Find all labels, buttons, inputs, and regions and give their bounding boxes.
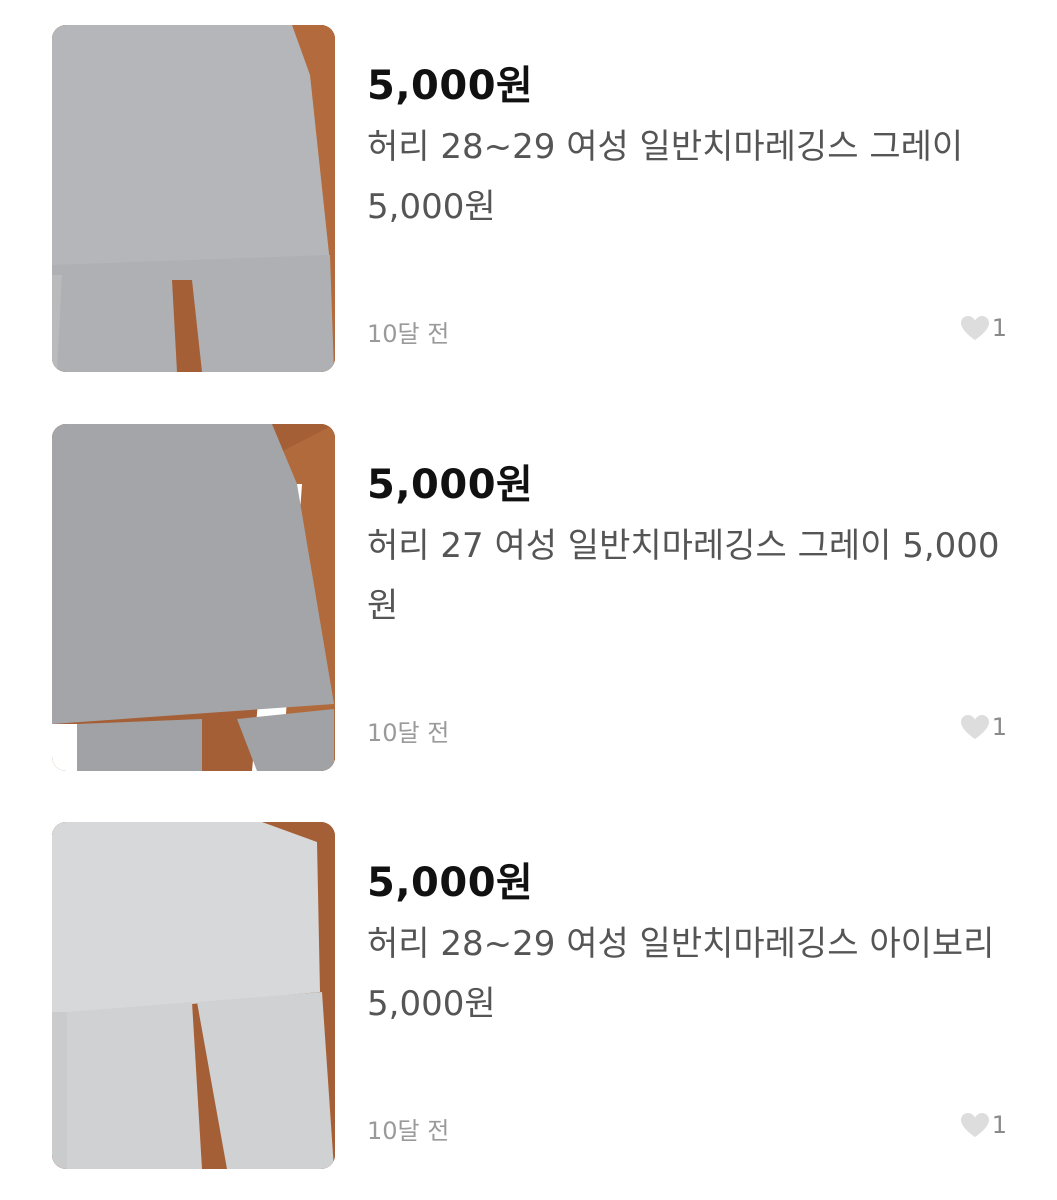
product-thumbnail[interactable] [52,822,335,1169]
heart-icon [960,1112,990,1138]
product-title: 허리 28~29 여성 일반치마레깅스 아이보리 5,000원 [367,924,995,1024]
post-time: 10달 전 [367,719,450,747]
post-time: 10달 전 [367,1117,450,1145]
like-count: 1 [991,314,1007,342]
product-title: 허리 27 여성 일반치마레깅스 그레이 5,000원 [367,526,1000,626]
product-list-item[interactable]: 5,000원 허리 28~29 여성 일반치마레깅스 그레이 5,000원 10… [52,25,1007,372]
product-price: 5,000원 [367,63,534,109]
product-image [52,424,335,771]
product-image [52,822,335,1169]
post-time: 10달 전 [367,320,450,348]
like-button[interactable]: 1 [960,1111,1007,1139]
heart-icon [960,714,990,740]
product-thumbnail[interactable] [52,424,335,771]
product-meta: 10달 전 1 [367,1109,1007,1145]
like-count: 1 [991,1111,1007,1139]
product-info: 5,000원 허리 28~29 여성 일반치마레깅스 아이보리 5,000원 1… [367,822,1007,1169]
product-price: 5,000원 [367,860,534,906]
product-thumbnail[interactable] [52,25,335,372]
product-meta: 10달 전 1 [367,312,1007,348]
like-button[interactable]: 1 [960,314,1007,342]
product-list-item[interactable]: 5,000원 허리 28~29 여성 일반치마레깅스 아이보리 5,000원 1… [52,822,1007,1169]
product-title: 허리 28~29 여성 일반치마레깅스 그레이 5,000원 [367,127,964,227]
heart-icon [960,315,990,341]
product-meta: 10달 전 1 [367,711,1007,747]
product-image [52,25,335,372]
product-info: 5,000원 허리 27 여성 일반치마레깅스 그레이 5,000원 10달 전… [367,424,1007,771]
like-button[interactable]: 1 [960,713,1007,741]
product-list-item[interactable]: 5,000원 허리 27 여성 일반치마레깅스 그레이 5,000원 10달 전… [52,424,1007,771]
product-price: 5,000원 [367,462,534,508]
like-count: 1 [991,713,1007,741]
product-info: 5,000원 허리 28~29 여성 일반치마레깅스 그레이 5,000원 10… [367,25,1007,372]
